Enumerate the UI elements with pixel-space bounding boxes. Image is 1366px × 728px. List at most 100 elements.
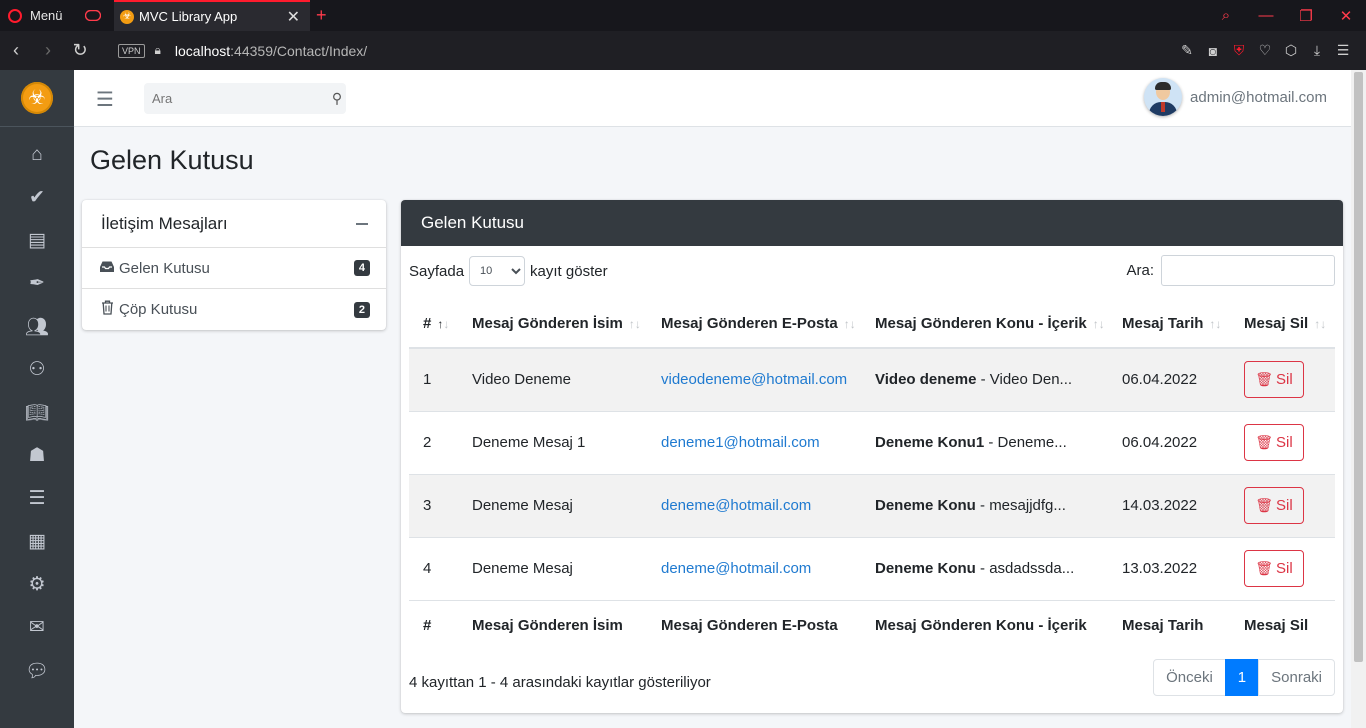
trash-icon: 🗑︎	[1255, 371, 1274, 388]
cogs-icon[interactable]: ⚙	[0, 563, 74, 606]
pagination-prev[interactable]: Önceki	[1153, 659, 1226, 696]
column-header-email[interactable]: Mesaj Gönderen E-Posta ↑↓	[647, 299, 861, 349]
column-header-date[interactable]: Mesaj Tarih ↑↓	[1108, 299, 1230, 349]
pagination-next[interactable]: Sonraki	[1258, 659, 1335, 696]
reload-icon[interactable]: ↻	[64, 40, 96, 61]
sort-icon: ↑↓	[1209, 316, 1222, 331]
feather-icon[interactable]: ✒	[0, 262, 74, 305]
minimize-icon[interactable]: —	[1246, 7, 1286, 24]
gamepad-icon[interactable]	[84, 0, 102, 31]
subject-text: Deneme Konu	[875, 497, 976, 514]
preview-text: - mesajjdfg...	[975, 497, 1066, 514]
contact-folders-card: İletişim Mesajları Gelen Kutusu 4 Çöp Ku…	[82, 200, 386, 330]
sort-icon: ↑↓	[628, 316, 641, 331]
tab-close-icon[interactable]: ✕	[287, 7, 300, 27]
column-header-delete[interactable]: Mesaj Sil ↑↓	[1230, 299, 1335, 349]
column-header-label: Mesaj Gönderen Konu - İçerik	[875, 314, 1087, 332]
address-bar: ‹ › ↻ VPN 🔒︎ localhost:44359/Contact/Ind…	[0, 31, 1366, 70]
cell-id: 2	[409, 410, 458, 474]
tasks-icon[interactable]: ✔	[0, 176, 74, 219]
cell-date: 06.04.2022	[1108, 347, 1230, 411]
column-header-subject[interactable]: Mesaj Gönderen Konu - İçerik ↑↓	[861, 299, 1108, 349]
page-length-select[interactable]: 10	[469, 256, 526, 286]
table-row: 2 Deneme Mesaj 1 deneme1@hotmail.com Den…	[409, 410, 1335, 474]
sidebar-menu: ⌂ ✔ ▤ ✒ 👥︎ ⚇ 📖︎ ☗ ☰ ▦ ⚙ ✉ 💬︎	[0, 127, 74, 692]
delete-button[interactable]: 🗑︎ Sil	[1244, 487, 1304, 524]
window-close-icon[interactable]: ✕	[1326, 7, 1366, 25]
browser-tab-active[interactable]: ☣ MVC Library App ✕	[114, 0, 310, 31]
download-icon[interactable]: ⤓	[1304, 42, 1330, 59]
table-search: Ara:	[1126, 255, 1335, 286]
cell-email: deneme1@hotmail.com	[647, 410, 861, 474]
collapse-icon[interactable]	[356, 222, 368, 225]
list-icon[interactable]: ☰	[0, 477, 74, 520]
vpn-badge[interactable]: VPN	[118, 43, 145, 58]
building-icon[interactable]: ▦	[0, 520, 74, 563]
table-row: 4 Deneme Mesaj deneme@hotmail.com Deneme…	[409, 536, 1335, 600]
inbox-card-header: Gelen Kutusu	[401, 200, 1343, 246]
comment-icon[interactable]: 💬︎	[0, 649, 74, 692]
scrollbar-thumb[interactable]	[1354, 72, 1363, 662]
pagination-page[interactable]: 1	[1224, 659, 1260, 696]
settings-sliders-icon[interactable]: ☰	[1330, 42, 1356, 59]
page-title: Gelen Kutusu	[90, 145, 254, 175]
table-footer-row: # Mesaj Gönderen İsim Mesaj Gönderen E-P…	[409, 599, 1335, 650]
page-length-control: Sayfada 10 kayıt göster	[409, 256, 608, 286]
table-search-input[interactable]	[1161, 255, 1335, 286]
lock-icon[interactable]: 🔒︎	[155, 43, 161, 58]
delete-label: Sil	[1276, 371, 1293, 389]
browser-menu-label: Menü	[30, 8, 63, 23]
book-icon[interactable]: ▤	[0, 219, 74, 262]
heart-icon[interactable]: ♡	[1252, 42, 1278, 59]
trash-icon	[98, 300, 116, 319]
edit-icon[interactable]: ✎	[1174, 42, 1200, 59]
reader-icon[interactable]: ☗	[0, 434, 74, 477]
cell-id: 3	[409, 473, 458, 537]
users-icon[interactable]: 👥︎	[0, 305, 74, 348]
trash-icon: 🗑︎	[1255, 497, 1274, 513]
inbox-icon	[98, 260, 116, 277]
pagination: Önceki 1 Sonraki	[1153, 659, 1335, 696]
sort-icon: ↑↓	[1314, 316, 1327, 331]
user-menu[interactable]: admin@hotmail.com	[1144, 78, 1327, 116]
forward-icon[interactable]: ›	[32, 40, 64, 61]
hamburger-menu-icon[interactable]: ☰	[96, 87, 114, 112]
navbar-search: ⚲	[144, 83, 346, 114]
open-book-icon[interactable]: 📖︎	[0, 391, 74, 434]
email-link[interactable]: deneme@hotmail.com	[661, 560, 811, 577]
back-icon[interactable]: ‹	[0, 40, 32, 61]
table-row: 1 Video Deneme videodeneme@hotmail.com V…	[409, 347, 1335, 411]
tab-favicon-icon: ☣	[120, 9, 134, 24]
messages-table: # ↑↓ Mesaj Gönderen İsim ↑↓ Mesaj Gönderen…	[409, 299, 1335, 650]
brand-link[interactable]: ☣	[0, 70, 74, 127]
column-header-name[interactable]: Mesaj Gönderen İsim ↑↓	[458, 299, 647, 349]
tab-search-icon[interactable]: ⌕	[1206, 7, 1246, 24]
home-icon[interactable]: ⌂	[0, 133, 74, 176]
envelope-icon[interactable]: ✉	[0, 606, 74, 649]
delete-button[interactable]: 🗑︎ Sil	[1244, 361, 1304, 399]
folder-item-inbox[interactable]: Gelen Kutusu 4	[82, 248, 386, 289]
search-icon[interactable]: ⚲	[328, 90, 346, 107]
navbar-search-input[interactable]	[144, 83, 328, 114]
cell-name: Deneme Mesaj	[458, 473, 647, 537]
url-field[interactable]: localhost:44359/Contact/Index/	[175, 43, 367, 59]
preview-text: - Video Den...	[976, 371, 1073, 389]
maximize-icon[interactable]: ❐	[1286, 7, 1326, 25]
browser-menu-button[interactable]: Menü	[8, 0, 63, 31]
email-link[interactable]: videodeneme@hotmail.com	[661, 371, 847, 388]
cube-icon[interactable]: ⬡	[1278, 42, 1304, 59]
adblock-shield-icon[interactable]: ⛨	[1226, 42, 1252, 59]
email-link[interactable]: deneme@hotmail.com	[661, 497, 811, 514]
email-link[interactable]: deneme1@hotmail.com	[661, 434, 820, 451]
delete-button[interactable]: 🗑︎ Sil	[1244, 550, 1304, 587]
top-navbar: ☰ ⚲ admin@hotmail.com	[74, 70, 1351, 127]
new-tab-icon[interactable]: +	[316, 0, 327, 31]
subject-text: Video deneme	[875, 371, 977, 389]
folder-item-trash[interactable]: Çöp Kutusu 2	[82, 289, 386, 330]
delete-button[interactable]: 🗑︎ Sil	[1244, 424, 1304, 461]
column-header-id[interactable]: # ↑↓	[409, 299, 458, 349]
sort-icon: ↑↓	[843, 316, 856, 331]
camera-icon[interactable]: ◙	[1200, 43, 1226, 59]
page-scrollbar[interactable]	[1351, 70, 1366, 728]
people-icon[interactable]: ⚇	[0, 348, 74, 391]
